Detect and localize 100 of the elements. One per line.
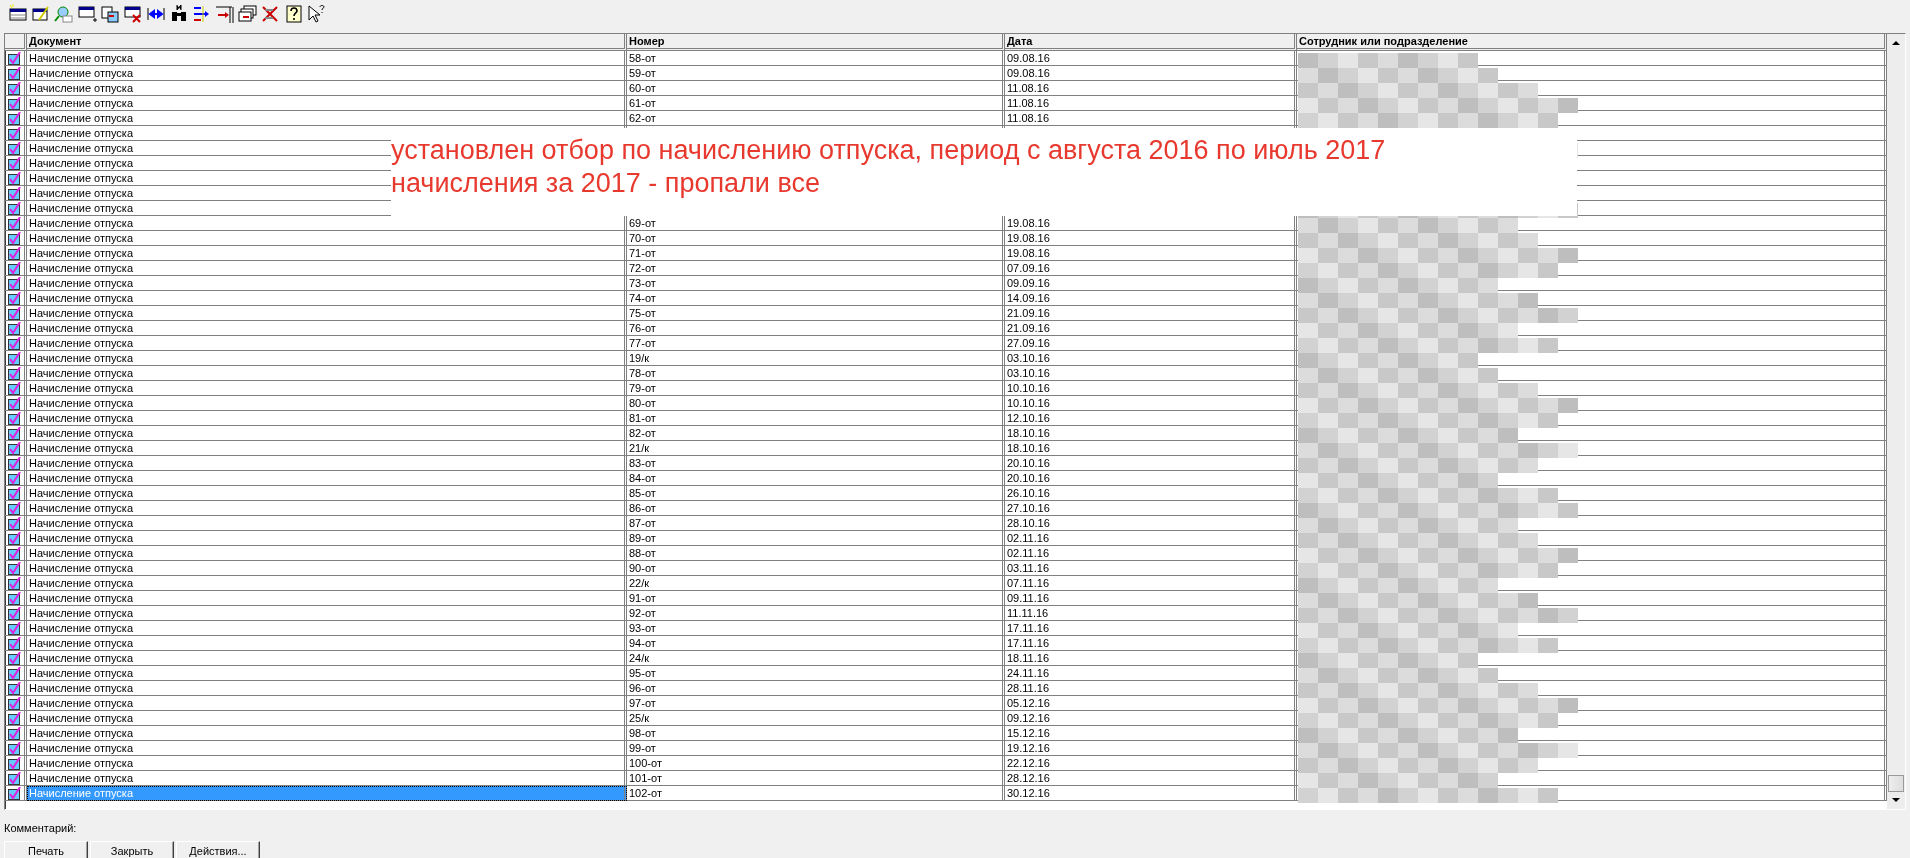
table-cell: 03.10.16	[1007, 352, 1050, 364]
table-cell: 27.10.16	[1007, 502, 1050, 514]
column-header[interactable]: Документ	[27, 34, 627, 51]
table-cell[interactable]: Начисление отпуска	[29, 757, 134, 769]
copy-icon[interactable]	[100, 4, 120, 24]
table-cell: 20.10.16	[1007, 472, 1050, 484]
pointer-help-icon[interactable]	[307, 4, 327, 24]
checked-document-icon	[8, 696, 21, 710]
table-cell: 82-от	[629, 427, 656, 439]
delete-row-icon[interactable]	[123, 4, 143, 24]
checked-document-icon	[8, 306, 21, 320]
table-cell[interactable]: Начисление отпуска	[29, 652, 134, 664]
checked-document-icon	[8, 756, 21, 770]
table-cell[interactable]: Начисление отпуска	[29, 127, 134, 139]
table-cell[interactable]: Начисление отпуска	[29, 517, 134, 529]
table-cell[interactable]: Начисление отпуска	[29, 172, 134, 184]
table-cell: 21.09.16	[1007, 307, 1050, 319]
table-cell: 70-от	[629, 232, 656, 244]
scroll-thumb[interactable]	[1888, 775, 1904, 792]
table-cell[interactable]: Начисление отпуска	[29, 607, 134, 619]
checked-document-icon	[8, 126, 21, 140]
select-column-header[interactable]	[5, 34, 27, 51]
table-cell: 18.11.16	[1007, 652, 1049, 664]
help-icon[interactable]	[284, 4, 304, 24]
table-cell: 73-от	[629, 277, 656, 289]
column-header[interactable]: Номер	[627, 34, 1005, 51]
table-cell[interactable]: Начисление отпуска	[29, 682, 134, 694]
table-cell: 07.11.16	[1007, 577, 1049, 589]
table-cell[interactable]: Начисление отпуска	[29, 352, 134, 364]
edit-document-icon[interactable]	[31, 4, 51, 24]
table-cell: 17.11.16	[1007, 637, 1049, 649]
table-cell: 09.09.16	[1007, 277, 1050, 289]
table-cell[interactable]: Начисление отпуска	[29, 532, 134, 544]
binoculars-icon[interactable]	[169, 4, 189, 24]
table-cell[interactable]: Начисление отпуска	[29, 772, 134, 784]
table-cell[interactable]: Начисление отпуска	[29, 427, 134, 439]
windows-icon[interactable]	[238, 4, 258, 24]
table-cell[interactable]: Начисление отпуска	[29, 232, 134, 244]
table-cell[interactable]: Начисление отпуска	[29, 142, 134, 154]
table-cell[interactable]: Начисление отпуска	[29, 592, 134, 604]
table-cell[interactable]: Начисление отпуска	[29, 307, 134, 319]
table-cell[interactable]: Начисление отпуска	[29, 742, 134, 754]
table-cell: 74-от	[629, 292, 656, 304]
checked-document-icon	[8, 201, 21, 215]
actions-button[interactable]: Действия...	[176, 840, 260, 858]
checked-document-icon	[8, 741, 21, 755]
column-header[interactable]: Сотрудник или подразделение	[1297, 34, 1887, 51]
table-cell: 84-от	[629, 472, 656, 484]
table-cell: 22/к	[629, 577, 650, 589]
table-cell[interactable]: Начисление отпуска	[29, 562, 134, 574]
table-cell[interactable]: Начисление отпуска	[29, 97, 134, 109]
close-button[interactable]: Закрыть	[90, 840, 174, 858]
table-cell[interactable]: Начисление отпуска	[29, 382, 134, 394]
table-cell: 28.11.16	[1007, 682, 1049, 694]
table-cell: 07.09.16	[1007, 262, 1050, 274]
checked-document-icon	[8, 531, 21, 545]
table-cell[interactable]: Начисление отпуска	[29, 367, 134, 379]
table-cell[interactable]: Начисление отпуска	[29, 337, 134, 349]
checked-document-icon	[8, 66, 21, 80]
scrollbar[interactable]	[1887, 34, 1905, 809]
table-cell[interactable]: Начисление отпуска	[29, 322, 134, 334]
table-cell[interactable]: Начисление отпуска	[29, 472, 134, 484]
table-cell[interactable]: Начисление отпуска	[29, 247, 134, 259]
table-cell[interactable]: Начисление отпуска	[29, 697, 134, 709]
table-cell[interactable]: Начисление отпуска	[29, 187, 134, 199]
table-cell[interactable]: Начисление отпуска	[29, 577, 134, 589]
table-cell[interactable]: Начисление отпуска	[29, 157, 134, 169]
print-button[interactable]: Печать	[4, 840, 88, 858]
table-cell[interactable]: Начисление отпуска	[29, 292, 134, 304]
table-cell[interactable]: Начисление отпуска	[29, 442, 134, 454]
table-cell[interactable]: Начисление отпуска	[29, 457, 134, 469]
add-row-icon[interactable]	[77, 4, 97, 24]
table-cell[interactable]: Начисление отпуска	[29, 397, 134, 409]
table-cell[interactable]: Начисление отпуска	[29, 502, 134, 514]
column-header[interactable]: Дата	[1005, 34, 1297, 51]
table-cell[interactable]: Начисление отпуска	[29, 52, 134, 64]
table-cell[interactable]: Начисление отпуска	[29, 82, 134, 94]
annotation-text: установлен отбор по начислению отпуска, период с августа 2016 по июль 2017	[391, 134, 1387, 167]
table-cell[interactable]: Начисление отпуска	[29, 487, 134, 499]
table-cell[interactable]: Начисление отпуска	[29, 67, 134, 79]
checked-document-icon	[8, 291, 21, 305]
search-icon[interactable]	[54, 4, 74, 24]
checked-document-icon	[8, 231, 21, 245]
table-cell[interactable]: Начисление отпуска	[29, 547, 134, 559]
table-cell[interactable]: Начисление отпуска	[29, 262, 134, 274]
table-cell: 21/к	[629, 442, 650, 454]
table-cell[interactable]: Начисление отпуска	[29, 277, 134, 289]
new-document-icon[interactable]	[8, 4, 28, 24]
table-cell[interactable]: Начисление отпуска	[29, 622, 134, 634]
table-cell[interactable]: Начисление отпуска	[29, 667, 134, 679]
table-cell[interactable]: Начисление отпуска	[29, 727, 134, 739]
table-cell[interactable]: Начисление отпуска	[29, 217, 134, 229]
table-cell: 05.12.16	[1007, 697, 1050, 709]
checked-document-icon	[8, 321, 21, 335]
table-cell[interactable]: Начисление отпуска	[29, 112, 134, 124]
table-cell[interactable]: Начисление отпуска	[29, 637, 134, 649]
table-cell[interactable]: Начисление отпуска	[29, 412, 134, 424]
table-cell[interactable]: Начисление отпуска	[29, 712, 134, 724]
table-cell: 28.12.16	[1007, 772, 1050, 784]
table-cell[interactable]: Начисление отпуска	[29, 202, 134, 214]
